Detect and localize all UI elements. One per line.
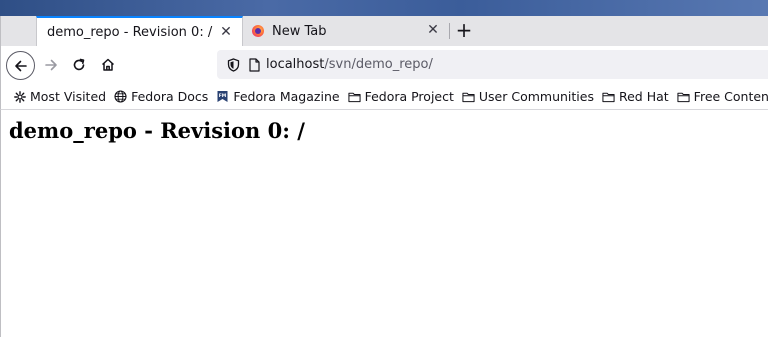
bookmark-label: User Communities [478, 89, 594, 104]
close-tab-icon[interactable]: ✕ [218, 24, 234, 40]
firefox-icon [252, 25, 264, 37]
desktop-wallpaper [0, 0, 768, 16]
bookmark-label: Most Visited [30, 89, 107, 104]
reload-icon [73, 58, 85, 71]
home-icon [101, 58, 115, 71]
back-button[interactable] [6, 51, 35, 80]
bookmark-label: Red Hat [618, 89, 669, 104]
forward-arrow-icon [45, 59, 57, 71]
page-content: demo_repo - Revision 0: / [0, 110, 768, 337]
url-bar[interactable]: localhost/svn/demo_repo/ [217, 50, 768, 79]
bookmark-folder-fedora-project[interactable]: Fedora Project [347, 89, 454, 104]
folder-icon [677, 90, 690, 103]
bookmarks-toolbar: Most Visited Fedora Docs FM Fedora Magaz… [0, 84, 768, 110]
tab-separator [449, 23, 450, 39]
tab-label: New Tab [272, 23, 327, 39]
bookmark-label: Free Content [693, 89, 768, 104]
bookmark-fedora-magazine[interactable]: FM Fedora Magazine [216, 89, 340, 104]
folder-icon [462, 90, 475, 103]
navigation-toolbar: localhost/svn/demo_repo/ [0, 46, 768, 84]
new-tab-button[interactable]: + [453, 18, 475, 42]
bookmark-folder-red-hat[interactable]: Red Hat [602, 89, 669, 104]
bookmark-label: Fedora Docs [131, 89, 209, 104]
folder-icon [347, 90, 361, 103]
tab-demo-repo[interactable]: demo_repo - Revision 0: / ✕ [36, 16, 243, 46]
close-tab-icon[interactable]: ✕ [425, 22, 441, 38]
home-button[interactable] [94, 51, 122, 79]
bookmark-folder-user-communities[interactable]: User Communities [462, 89, 594, 104]
tab-strip: demo_repo - Revision 0: / ✕ New Tab ✕ + [0, 16, 768, 46]
bookmark-folder-free-content[interactable]: Free Content [677, 89, 768, 104]
gear-icon [13, 90, 26, 103]
bookmark-label: Fedora Magazine [233, 89, 340, 104]
url-path: /svn/demo_repo/ [324, 57, 433, 72]
tracking-protection-shield-icon[interactable] [226, 57, 240, 72]
reload-button[interactable] [65, 51, 93, 79]
page-icon [248, 57, 260, 72]
url-host: localhost [266, 57, 325, 72]
back-arrow-icon [14, 60, 27, 71]
folder-icon [602, 90, 615, 103]
bookmark-label: Fedora Project [364, 89, 454, 104]
bookmark-most-visited[interactable]: Most Visited [13, 89, 106, 104]
tab-label: demo_repo - Revision 0: / [47, 24, 213, 40]
forward-button[interactable] [37, 51, 65, 79]
browser-window: demo_repo - Revision 0: / ✕ New Tab ✕ + [0, 0, 768, 337]
fedora-magazine-icon: FM [216, 90, 229, 103]
globe-icon [114, 90, 127, 103]
svg-text:FM: FM [219, 93, 227, 99]
tab-new-tab[interactable]: New Tab ✕ [243, 16, 449, 46]
page-title: demo_repo - Revision 0: / [9, 118, 305, 143]
bookmark-fedora-docs[interactable]: Fedora Docs [114, 89, 208, 104]
